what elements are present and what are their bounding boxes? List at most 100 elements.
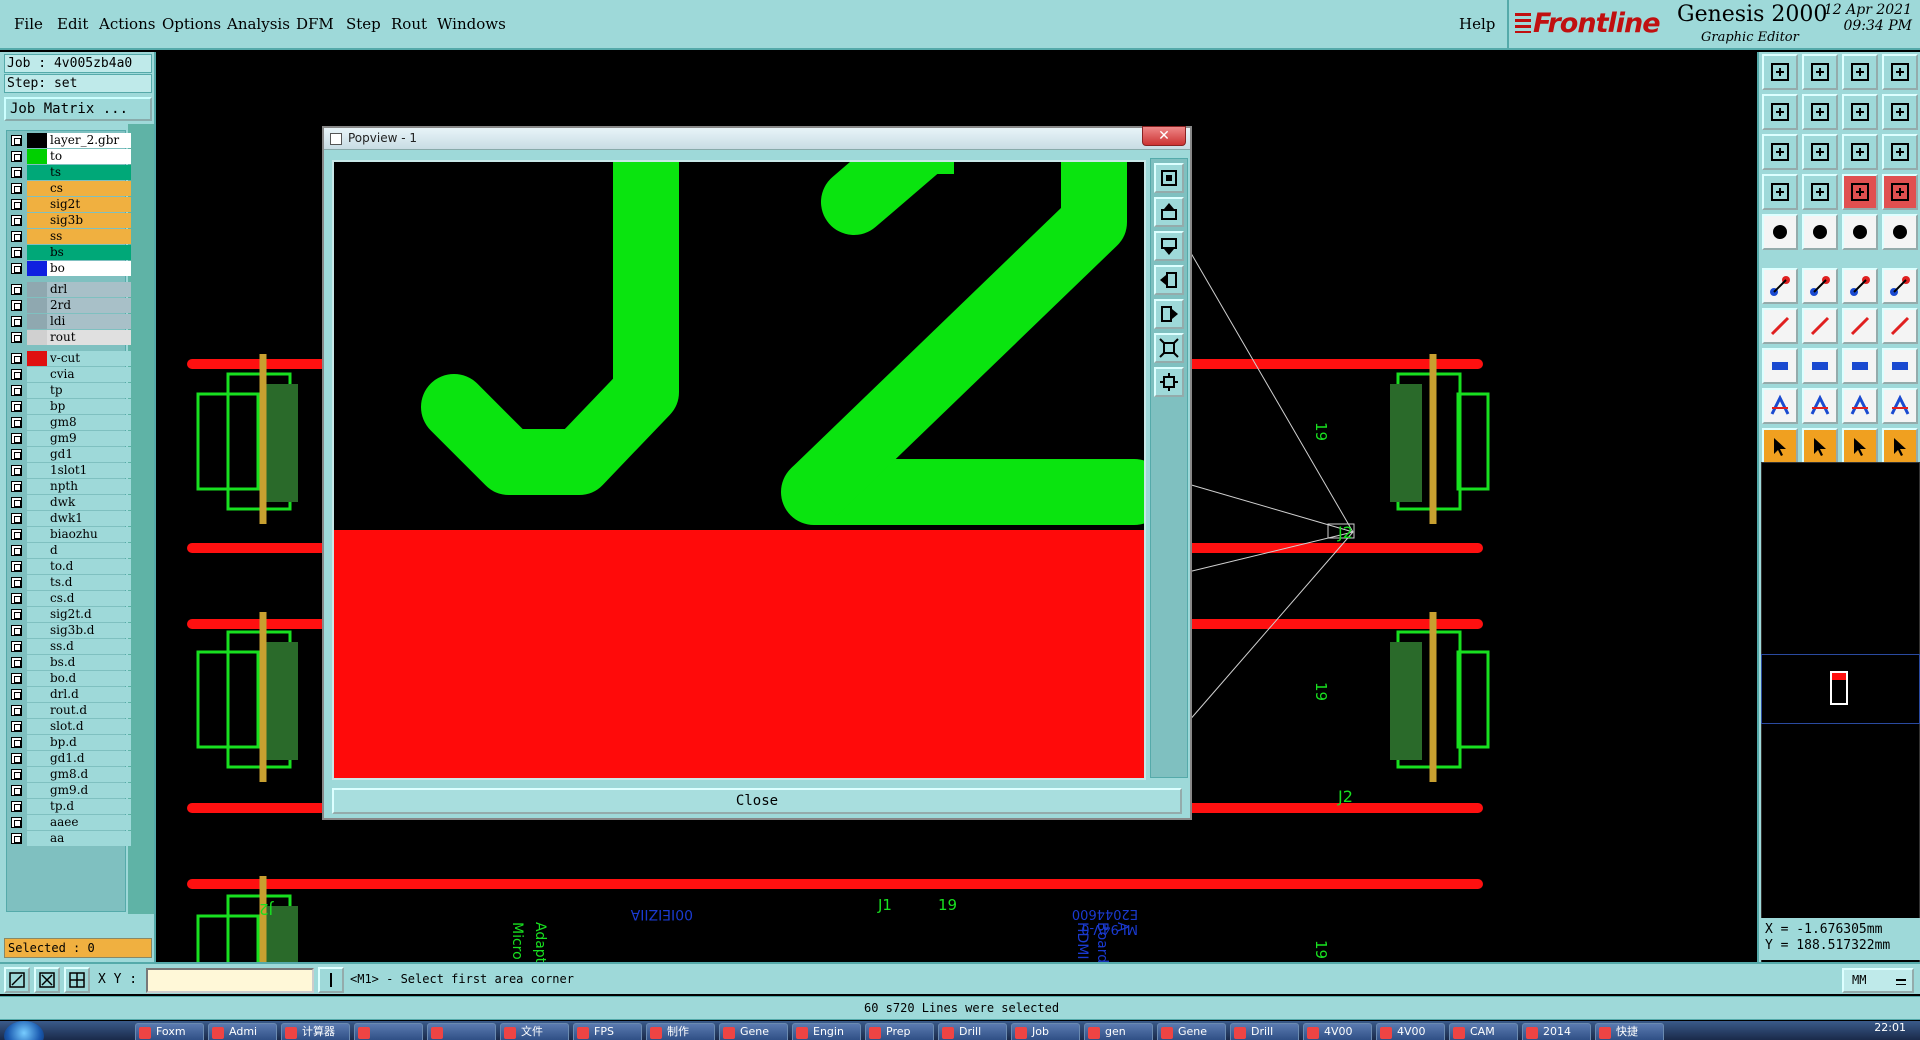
mountain-1-button[interactable] [1762, 388, 1798, 424]
layer-color-swatch[interactable] [27, 815, 47, 830]
layer-checkbox[interactable] [11, 284, 22, 295]
bracket-tool-button[interactable] [1882, 308, 1918, 344]
layer-checkbox[interactable] [11, 215, 22, 226]
layer-row[interactable]: ts.d [9, 575, 131, 590]
layer-color-swatch[interactable] [27, 229, 47, 244]
zoom-down-button[interactable] [1802, 54, 1838, 90]
layer-checkbox[interactable] [11, 316, 22, 327]
layer-color-swatch[interactable] [27, 399, 47, 414]
taskbar-app[interactable]: 快捷 [1595, 1023, 1664, 1040]
layer-row[interactable]: gm9.d [9, 783, 131, 798]
layer-row[interactable]: aaee [9, 815, 131, 830]
cross-node-button[interactable] [1802, 268, 1838, 304]
layer-color-swatch[interactable] [27, 330, 47, 345]
layer-row[interactable]: dwk1 [9, 511, 131, 526]
taskbar-app[interactable]: Engin [792, 1023, 861, 1040]
layer-row[interactable]: gm8.d [9, 767, 131, 782]
layer-row[interactable]: cs [9, 181, 131, 196]
layer-row[interactable]: gd1 [9, 447, 131, 462]
zoom-home-button[interactable] [1762, 54, 1798, 90]
popview-zoom-view[interactable] [332, 160, 1146, 780]
mountain-2-button[interactable] [1802, 388, 1838, 424]
layer-name[interactable]: npth [47, 479, 131, 494]
layer-checkbox[interactable] [11, 401, 22, 412]
layer-name[interactable]: sig2t [47, 197, 131, 212]
layer-name[interactable]: sig2t.d [47, 607, 131, 622]
layer-name[interactable]: ts [47, 165, 131, 180]
layer-name[interactable]: slot.d [47, 719, 131, 734]
layer-color-swatch[interactable] [27, 351, 47, 366]
layer-checkbox[interactable] [11, 151, 22, 162]
layer-row[interactable]: drl [9, 282, 131, 297]
layer-name[interactable]: aa [47, 831, 131, 846]
taskbar-app[interactable]: 4V00 [1376, 1023, 1445, 1040]
move-red-button[interactable] [1802, 214, 1838, 250]
layer-name[interactable]: 1slot1 [47, 463, 131, 478]
layer-checkbox[interactable] [11, 247, 22, 258]
layer-color-swatch[interactable] [27, 607, 47, 622]
layer-checkbox[interactable] [11, 817, 22, 828]
layer-name[interactable]: drl.d [47, 687, 131, 702]
taskbar-app[interactable]: 制作 [646, 1023, 715, 1040]
layer-row[interactable]: sig2t.d [9, 607, 131, 622]
layer-checkbox[interactable] [11, 721, 22, 732]
menu-analysis[interactable]: Analysis [227, 15, 290, 33]
layer-name[interactable]: biaozhu [47, 527, 131, 542]
taskbar-app[interactable]: 文件 [500, 1023, 569, 1040]
layer-name[interactable]: rout.d [47, 703, 131, 718]
start-button[interactable] [4, 1021, 44, 1040]
layer-name[interactable]: gm8.d [47, 767, 131, 782]
layer-color-swatch[interactable] [27, 511, 47, 526]
layer-color-swatch[interactable] [27, 367, 47, 382]
layer-checkbox[interactable] [11, 300, 22, 311]
layer-name[interactable]: tp.d [47, 799, 131, 814]
layer-name[interactable]: dwk [47, 495, 131, 510]
layer-color-swatch[interactable] [27, 719, 47, 734]
taskbar-app[interactable]: Foxm [135, 1023, 204, 1040]
taskbar-app[interactable]: FPS [573, 1023, 642, 1040]
layer-color-swatch[interactable] [27, 213, 47, 228]
help-query-button[interactable] [1882, 134, 1918, 170]
arrow-select-button[interactable] [1762, 428, 1798, 464]
menu-step[interactable]: Step [346, 15, 381, 33]
layer-row[interactable]: ldi [9, 314, 131, 329]
menu-help[interactable]: Help [1459, 15, 1495, 33]
layer-name[interactable]: to [47, 149, 131, 164]
layer-name[interactable]: bp [47, 399, 131, 414]
measure-tool-button[interactable] [1762, 174, 1798, 210]
layer-row[interactable]: dwk [9, 495, 131, 510]
layer-name[interactable]: cs [47, 181, 131, 196]
layer-checkbox[interactable] [11, 593, 22, 604]
snap-mode-button[interactable] [4, 967, 30, 993]
layer-row[interactable]: drl.d [9, 687, 131, 702]
taskbar-app[interactable]: Drill [938, 1023, 1007, 1040]
layer-color-swatch[interactable] [27, 133, 47, 148]
menu-options[interactable]: Options [162, 15, 221, 33]
layer-name[interactable]: gm8 [47, 415, 131, 430]
cursor-toggle-button[interactable] [318, 967, 344, 993]
layer-name[interactable]: layer_2.gbr [47, 133, 131, 148]
layer-checkbox[interactable] [11, 135, 22, 146]
layer-name[interactable]: dwk1 [47, 511, 131, 526]
mountain-3-button[interactable] [1842, 388, 1878, 424]
dot-fill-button[interactable] [1882, 214, 1918, 250]
redraw-button[interactable] [1842, 94, 1878, 130]
layer-checkbox[interactable] [11, 737, 22, 748]
layer-color-swatch[interactable] [27, 314, 47, 329]
layer-checkbox[interactable] [11, 785, 22, 796]
layer-row[interactable]: npth [9, 479, 131, 494]
layer-checkbox[interactable] [11, 332, 22, 343]
taskbar-app[interactable]: Admi [208, 1023, 277, 1040]
layer-checkbox[interactable] [11, 353, 22, 364]
menu-rout[interactable]: Rout [391, 15, 427, 33]
popview-titlebar[interactable]: Popview - 1 [324, 128, 1190, 150]
highlight-circle-button[interactable] [1762, 214, 1798, 250]
layer-name[interactable]: gm9 [47, 431, 131, 446]
layer-color-swatch[interactable] [27, 703, 47, 718]
layer-row[interactable]: layer_2.gbr [9, 133, 131, 148]
line-red-blue-button[interactable] [1842, 268, 1878, 304]
layer-checkbox[interactable] [11, 561, 22, 572]
menu-dfm[interactable]: DFM [296, 15, 334, 33]
layer-name[interactable]: ss [47, 229, 131, 244]
layer-row[interactable]: to.d [9, 559, 131, 574]
